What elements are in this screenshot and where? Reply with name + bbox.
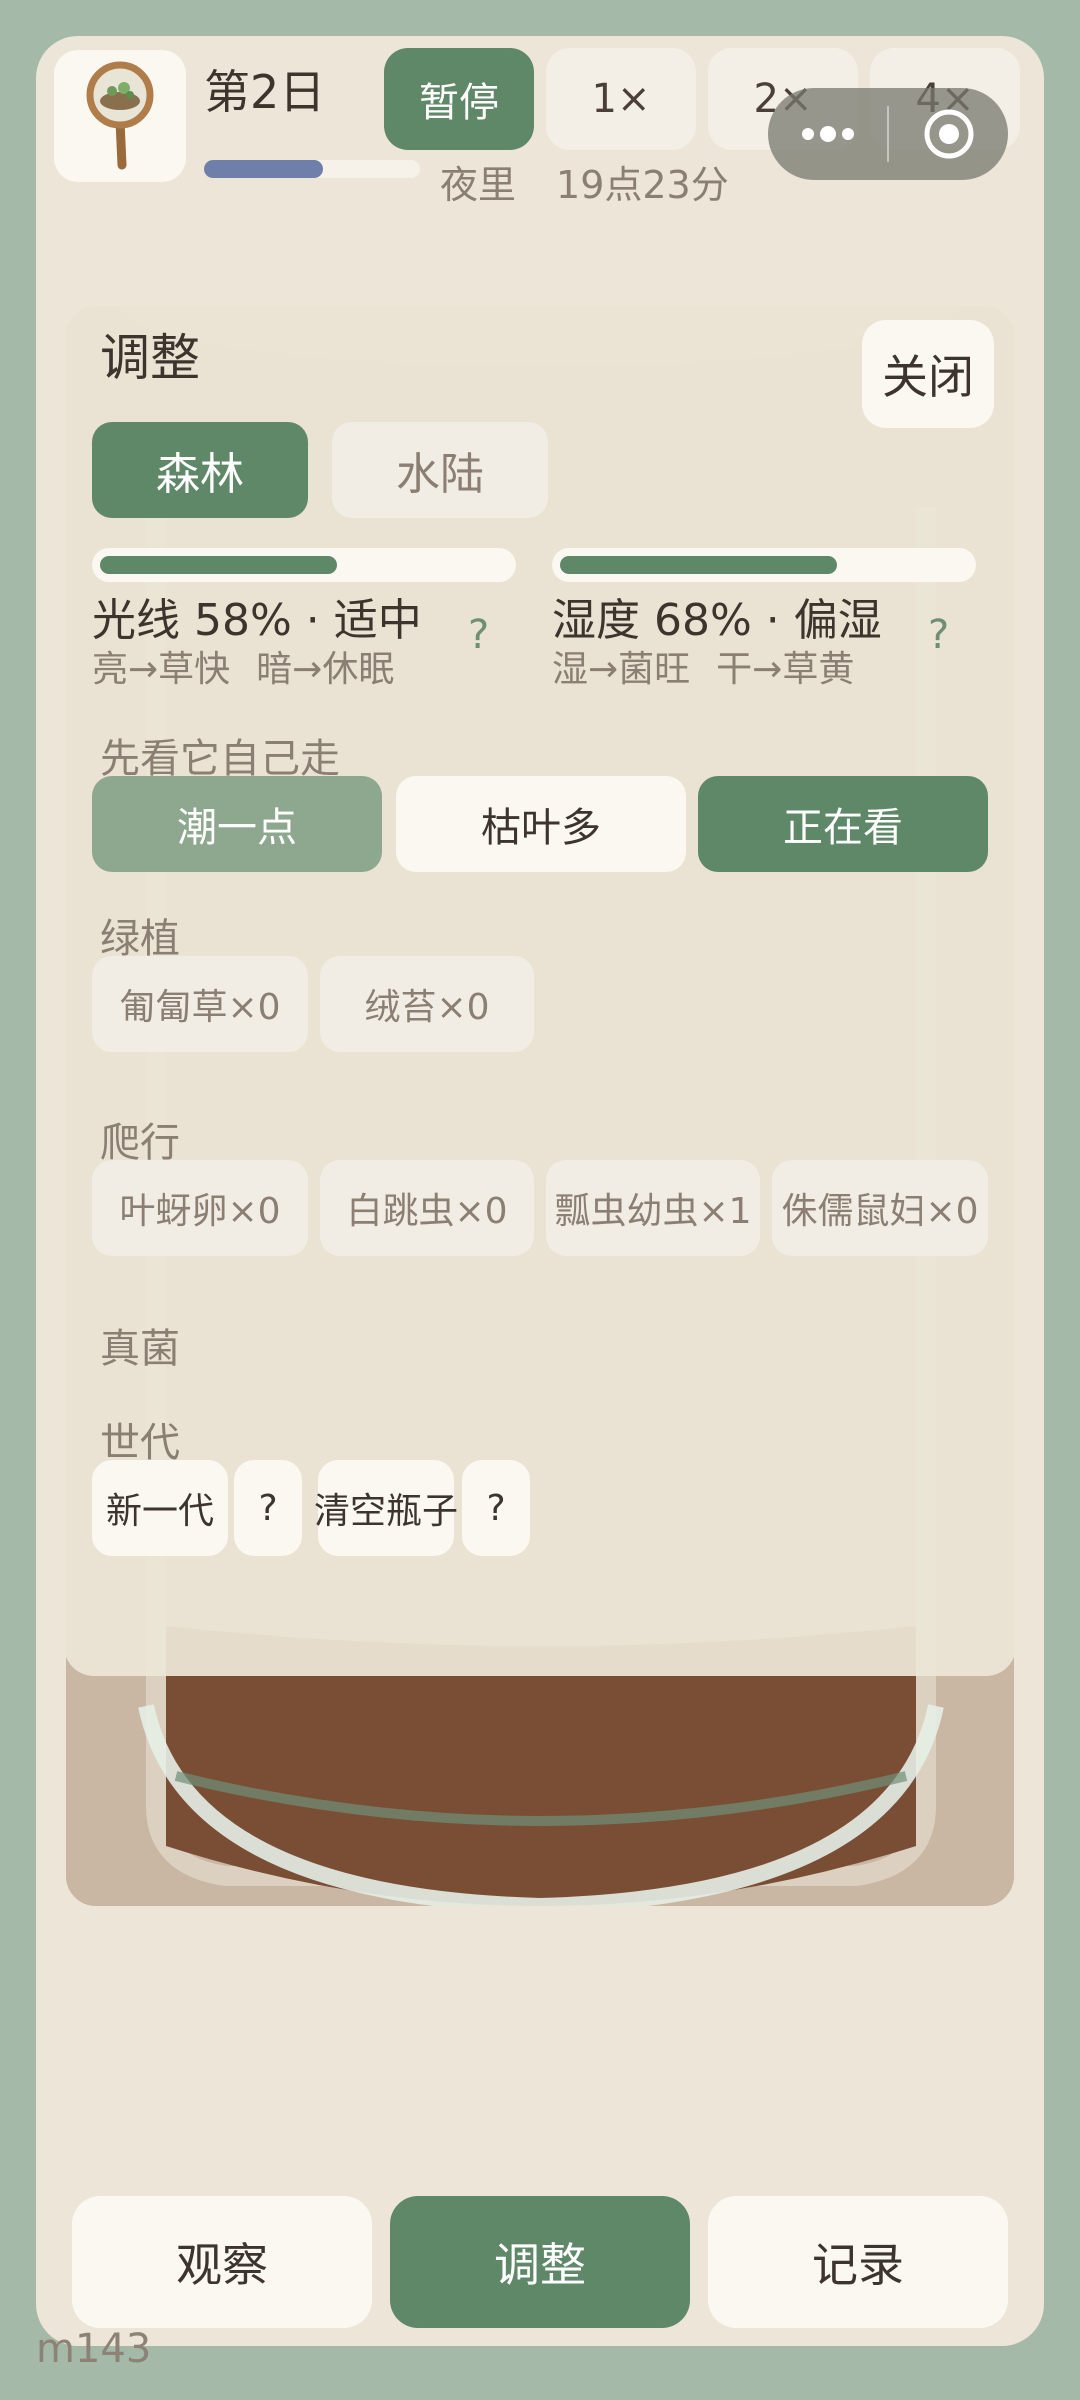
humidity-label: 湿度 68% · 偏湿 — [552, 595, 882, 646]
humidity-hint: 湿→菌旺 干→草黄 — [552, 640, 854, 692]
build-tag: m143 — [36, 2326, 152, 2372]
nav-adjust[interactable]: 调整 — [390, 2196, 690, 2328]
plant-chip-creeping-grass[interactable]: 匍匐草×0 — [92, 956, 308, 1052]
humidity-meter-fill — [560, 556, 838, 574]
clear-jar-help-button[interactable]: ? — [462, 1460, 530, 1556]
light-hint: 亮→草快 暗→休眠 — [92, 640, 394, 692]
light-meter-fill — [100, 556, 337, 574]
tab-forest[interactable]: 森林 — [92, 422, 308, 518]
nav-observe[interactable]: 观察 — [72, 2196, 372, 2328]
more-dots-icon — [801, 126, 854, 142]
exit-button[interactable] — [889, 88, 1008, 180]
terrarium-logo[interactable] — [54, 50, 186, 182]
close-button[interactable]: 关闭 — [862, 320, 994, 428]
crawler-chip-ladybug-larva[interactable]: 瓢虫幼虫×1 — [546, 1160, 760, 1256]
crawler-chip-dwarf-isopod[interactable]: 侏儒鼠妇×0 — [772, 1160, 988, 1256]
light-label: 光线 58% · 适中 — [92, 595, 422, 646]
speed-1x-button[interactable]: 1× — [546, 48, 696, 150]
crawler-chip-aphid-eggs[interactable]: 叶蚜卵×0 — [92, 1160, 308, 1256]
light-meter[interactable] — [92, 548, 516, 582]
tab-paludarium[interactable]: 水陆 — [332, 422, 548, 518]
plant-chip-moss[interactable]: 绒苔×0 — [320, 956, 534, 1052]
panel-title: 调整 — [100, 329, 200, 387]
watching-button[interactable]: 正在看 — [698, 776, 988, 872]
time-readout: 夜里 19点23分 — [440, 154, 729, 209]
new-generation-help-button[interactable]: ? — [234, 1460, 302, 1556]
exit-target-icon — [924, 109, 973, 159]
day-title: 第2日 — [204, 65, 326, 119]
more-moist-button[interactable]: 潮一点 — [92, 776, 382, 872]
crawler-chip-springtail[interactable]: 白跳虫×0 — [320, 1160, 534, 1256]
clock-label: 19点23分 — [556, 163, 729, 207]
humidity-hint-wet: 湿→菌旺 — [552, 649, 691, 690]
magnifier-icon — [86, 61, 154, 170]
more-menu-button[interactable] — [768, 88, 887, 180]
miniprogram-capsule — [768, 88, 1008, 180]
new-generation-button[interactable]: 新一代 — [92, 1460, 228, 1556]
pause-button[interactable]: 暂停 — [384, 48, 534, 150]
fungi-label: 真菌 — [100, 1326, 180, 1372]
clear-jar-button[interactable]: 清空瓶子 — [314, 1460, 458, 1556]
day-progress-bar — [204, 160, 420, 178]
period-label: 夜里 — [440, 163, 517, 207]
more-leaves-button[interactable]: 枯叶多 — [396, 776, 686, 872]
light-hint-dark: 暗→休眠 — [256, 649, 395, 690]
nav-records[interactable]: 记录 — [708, 2196, 1008, 2328]
light-help-button[interactable]: ? — [468, 612, 489, 658]
humidity-help-button[interactable]: ? — [928, 612, 949, 658]
light-hint-bright: 亮→草快 — [92, 649, 231, 690]
day-progress-fill — [204, 160, 323, 178]
humidity-hint-dry: 干→草黄 — [716, 649, 855, 690]
humidity-meter[interactable] — [552, 548, 976, 582]
